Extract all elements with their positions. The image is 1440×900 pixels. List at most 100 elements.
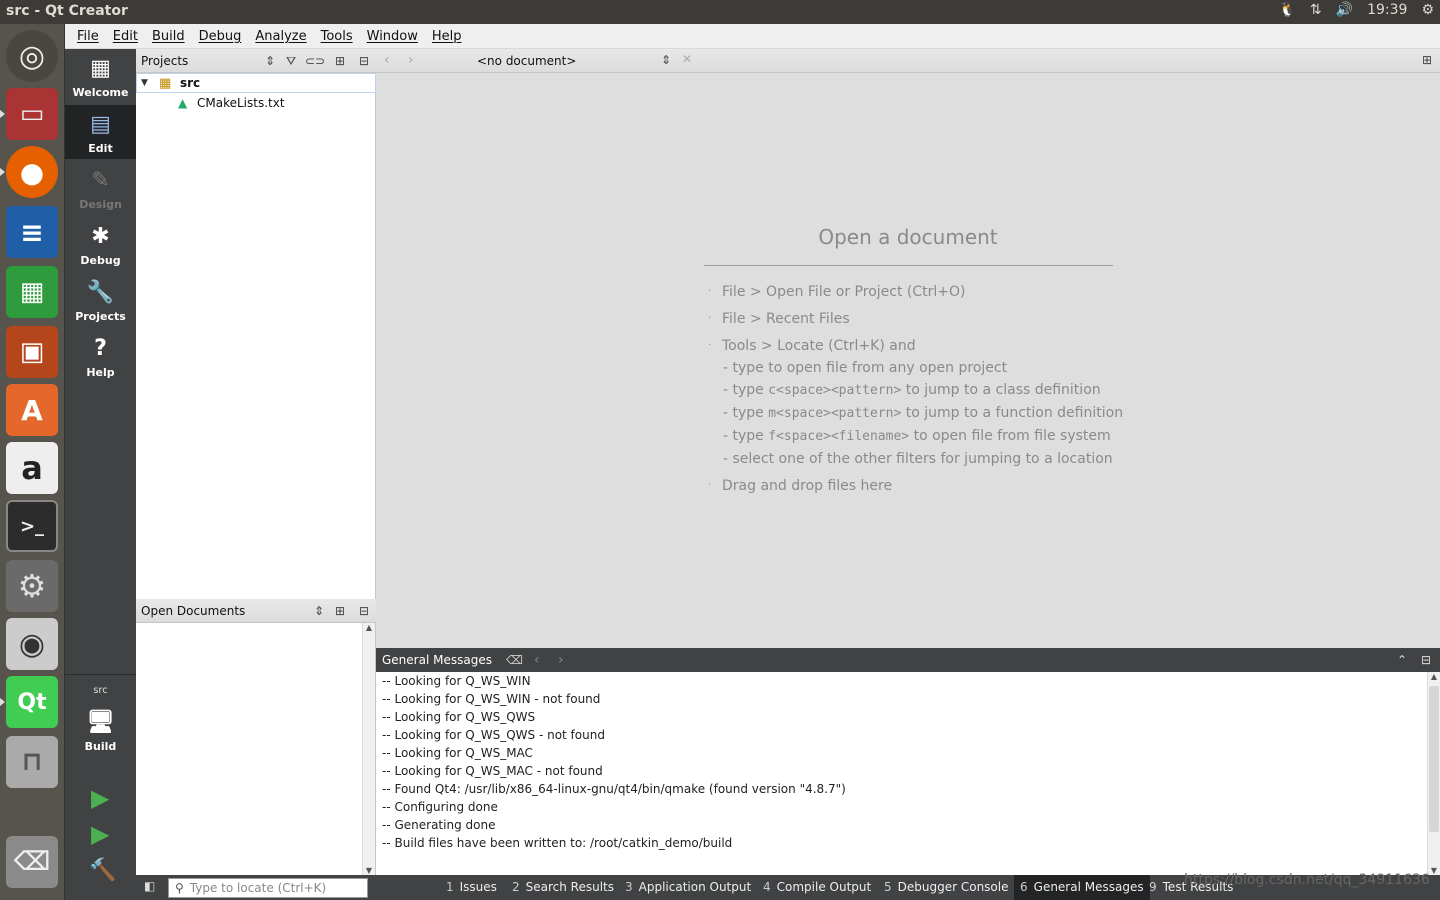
close-pane-icon[interactable]: ⊟ (355, 602, 373, 620)
bug-icon: ✱ (91, 224, 110, 249)
output-line: -- Looking for Q_WS_WIN (382, 674, 531, 688)
scroll-thumb[interactable] (1429, 686, 1439, 832)
mode-debug-label: Debug (80, 254, 121, 267)
updown-arrows-icon[interactable]: ⇕ (310, 602, 328, 620)
tree-child-label: CMakeLists.txt (197, 96, 285, 110)
watermark-text: https://blog.csdn.net/qq_34911636 (1184, 872, 1430, 888)
qt-creator-icon[interactable]: Qt (0, 676, 58, 728)
mode-design-label: Design (79, 198, 122, 211)
filter-icon[interactable]: ⛛ (282, 52, 300, 70)
open-documents-title[interactable]: Open Documents (136, 604, 245, 618)
tree-row-cmakelists[interactable]: ▲ CMakeLists.txt (136, 93, 376, 113)
next-arrow-icon[interactable]: › (558, 652, 564, 668)
menu-analyze[interactable]: Analyze (255, 29, 306, 44)
tux-icon[interactable]: 🐧 (1278, 2, 1295, 18)
updown-arrows-icon[interactable]: ⇕ (661, 53, 671, 67)
back-arrow-icon[interactable]: ‹ (384, 52, 390, 68)
prev-arrow-icon[interactable]: ‹ (534, 652, 540, 668)
mode-edit[interactable]: ▤ Edit (65, 105, 136, 159)
menu-edit[interactable]: Edit (113, 29, 138, 44)
system-settings-icon[interactable]: ⚙ (6, 560, 58, 612)
close-output-icon[interactable]: ⊟ (1421, 653, 1431, 667)
close-document-icon[interactable]: ✕ (682, 52, 692, 66)
forward-arrow-icon[interactable]: › (408, 52, 414, 68)
impress-icon[interactable]: ▣ (6, 326, 58, 378)
volume-icon[interactable]: 🔊 (1336, 2, 1353, 18)
tab-application-output[interactable]: 3 Application Output (621, 875, 755, 900)
document-selector[interactable]: <no document> (477, 54, 576, 68)
mode-projects[interactable]: 🔧 Projects (65, 273, 136, 327)
ubuntu-dash-icon[interactable]: ◎ (6, 30, 58, 82)
close-pane-icon[interactable]: ⊟ (355, 52, 373, 70)
software-center-icon[interactable]: A (6, 384, 58, 436)
output-line: -- Looking for Q_WS_MAC (382, 746, 533, 760)
mode-help[interactable]: ? Help (65, 329, 136, 383)
scroll-up-icon[interactable]: ▲ (363, 623, 375, 632)
amazon-icon[interactable]: a (6, 442, 58, 494)
tree-row-src[interactable]: ▼ ▦ src (136, 73, 376, 93)
network-icon[interactable]: ⇅ (1310, 2, 1322, 18)
calc-icon[interactable]: ▦ (6, 266, 58, 318)
tab-debugger-console[interactable]: 5 Debugger Console (880, 875, 1013, 900)
open-documents-scrollbar[interactable]: ▲ ▼ (362, 623, 375, 875)
kit-selector[interactable]: 🖥 Build (65, 701, 136, 757)
output-scrollbar[interactable]: ▲ ▼ (1427, 672, 1440, 875)
mode-debug[interactable]: ✱ Debug (65, 217, 136, 271)
maximize-pane-icon[interactable]: ⌃ (1397, 653, 1407, 667)
locator-input[interactable]: ⚲ Type to locate (Ctrl+K) (168, 878, 368, 898)
debug-run-button[interactable]: ▶ (91, 820, 109, 848)
tab-issues[interactable]: 1 Issues (442, 875, 501, 900)
scroll-down-icon[interactable]: ▼ (363, 866, 375, 875)
tab-general-messages[interactable]: 6 General Messages (1014, 875, 1150, 900)
build-hammer-button[interactable]: 🔨 (89, 858, 116, 883)
general-messages-output[interactable]: -- Looking for Q_WS_WIN -- Looking for Q… (376, 672, 1440, 875)
toggle-sidebar-icon[interactable]: ◧ (144, 879, 155, 893)
split-editor-icon[interactable]: ⊞ (1422, 53, 1432, 67)
mode-divider (65, 674, 136, 675)
monitor-icon: 🖥 (86, 710, 115, 735)
tip-drag-drop: · Drag and drop files here (708, 478, 893, 494)
tab-search-results[interactable]: 2 Search Results (508, 875, 618, 900)
usb-drive-icon[interactable]: ⊓ (6, 736, 58, 788)
search-icon: ⚲ (175, 881, 184, 895)
output-line: -- Generating done (382, 818, 496, 832)
menu-tools[interactable]: Tools (321, 29, 353, 44)
trash-icon[interactable]: ⌫ (6, 836, 58, 888)
menu-debug[interactable]: Debug (199, 29, 242, 44)
expand-arrow-icon[interactable]: ▼ (141, 78, 148, 88)
menu-bar: File Edit Build Debug Analyze Tools Wind… (65, 24, 1440, 49)
settings-gear-icon[interactable]: ⚙ (1421, 2, 1434, 18)
tip-locate-sub2: - type c<space><pattern> to jump to a cl… (723, 382, 1101, 398)
menu-build[interactable]: Build (152, 29, 185, 44)
tab-compile-output[interactable]: 4 Compile Output (759, 875, 875, 900)
menu-help[interactable]: Help (432, 29, 462, 44)
camera-icon[interactable]: ◉ (6, 618, 58, 670)
writer-icon[interactable]: ≡ (6, 206, 58, 258)
run-button[interactable]: ▶ (91, 784, 109, 812)
clock[interactable]: 19:39 (1367, 2, 1407, 18)
split-icon[interactable]: ⊞ (331, 52, 349, 70)
output-line: -- Looking for Q_WS_QWS (382, 710, 536, 724)
editor-area: Open a document · File > Open File or Pro… (376, 73, 1440, 648)
mode-design[interactable]: ✎ Design (65, 161, 136, 215)
projects-pane-title[interactable]: Projects (136, 54, 188, 68)
split-icon[interactable]: ⊞ (331, 602, 349, 620)
output-line: -- Configuring done (382, 800, 498, 814)
output-line: -- Found Qt4: /usr/lib/x86_64-linux-gnu/… (382, 782, 846, 796)
terminal-icon[interactable]: >_ (6, 500, 58, 552)
menu-window[interactable]: Window (367, 29, 418, 44)
projects-pane: Projects ⇕ ⛛ ⊂⊃ ⊞ ⊟ ▼ ▦ src ▲ CMakeLists… (136, 49, 376, 599)
link-icon[interactable]: ⊂⊃ (305, 52, 325, 70)
clear-output-icon[interactable]: ⌫ (506, 653, 523, 667)
output-line: -- Looking for Q_WS_QWS - not found (382, 728, 605, 742)
launcher: ◎ ▭ ● ≡ ▦ ▣ A a >_ ⚙ ◉ Qt ⊓ ⌫ (0, 24, 65, 900)
help-icon: ? (94, 336, 107, 361)
grid-icon: ▦ (90, 56, 111, 81)
scroll-up-icon[interactable]: ▲ (1428, 672, 1440, 681)
menu-file[interactable]: File (77, 29, 99, 44)
files-icon[interactable]: ▭ (0, 88, 58, 140)
firefox-icon[interactable]: ● (0, 146, 58, 198)
updown-arrows-icon[interactable]: ⇕ (261, 52, 279, 70)
mode-welcome[interactable]: ▦ Welcome (65, 49, 136, 103)
tip-locate: · Tools > Locate (Ctrl+K) and (708, 338, 916, 354)
